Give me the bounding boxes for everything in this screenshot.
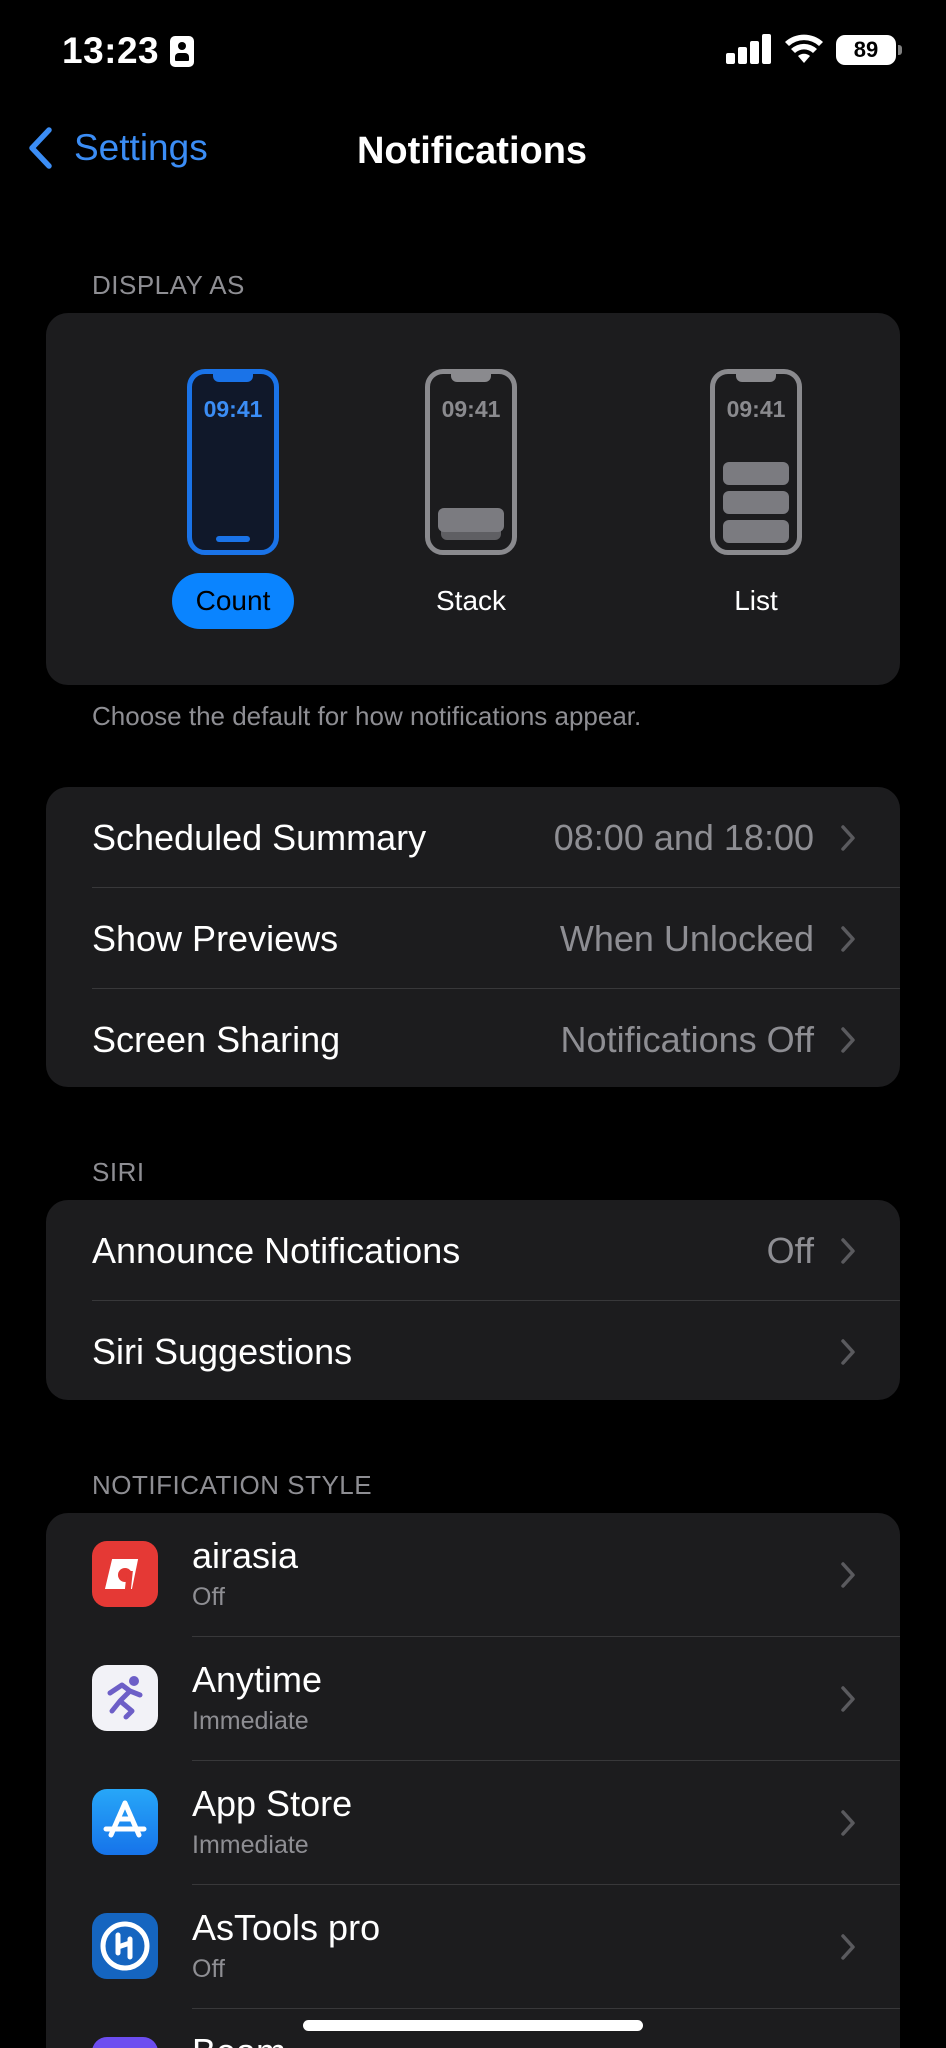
display-option-label: Stack <box>435 585 507 616</box>
count-phone-preview: 09:41 <box>187 369 279 555</box>
chevron-right-icon <box>841 824 855 851</box>
airasia-icon <box>92 1541 158 1607</box>
display-option-label: List <box>734 585 778 616</box>
page-title: Notifications <box>356 130 588 172</box>
app-name: AsTools pro <box>192 1907 381 1948</box>
row-value: Notifications Off <box>560 1018 814 1060</box>
app-row-astools-pro[interactable]: AsTools pro Off <box>46 1885 900 2009</box>
row-label: Screen Sharing <box>92 1018 341 1060</box>
app-name: Beam <box>192 2031 286 2048</box>
display-option-stack[interactable]: 09:41 Stack <box>401 369 541 629</box>
app-status: Immediate <box>192 1707 309 1735</box>
section-header-siri: SIRI <box>92 1157 145 1187</box>
display-as-footer: Choose the default for how notifications… <box>92 701 642 731</box>
app-row-app-store[interactable]: App Store Immediate <box>46 1761 900 1885</box>
battery-icon: 89 <box>836 35 902 65</box>
list-phone-preview: 09:41 <box>710 369 802 555</box>
chevron-right-icon <box>841 1810 855 1836</box>
row-siri-suggestions[interactable]: Siri Suggestions <box>46 1301 900 1400</box>
phone-preview-time: 09:41 <box>203 396 263 422</box>
row-value: 08:00 and 18:00 <box>553 816 814 858</box>
app-row-airasia[interactable]: airasia Off <box>46 1513 900 1637</box>
phone-preview-time: 09:41 <box>441 396 501 422</box>
display-as-card: 09:41 Count 09:41 Stack 09:41 List <box>46 313 900 685</box>
anytime-icon <box>92 1665 158 1731</box>
home-indicator[interactable] <box>303 2020 643 2031</box>
chevron-right-icon <box>841 1934 855 1960</box>
cellular-signal-icon <box>726 34 772 64</box>
row-label: Scheduled Summary <box>92 816 427 858</box>
app-store-icon <box>92 1789 158 1855</box>
row-value: When Unlocked <box>559 917 814 959</box>
chevron-right-icon <box>841 925 855 952</box>
status-time: 13:23 <box>62 30 160 71</box>
row-show-previews[interactable]: Show Previews When Unlocked <box>46 888 900 989</box>
display-option-count[interactable]: 09:41 Count <box>163 369 303 629</box>
row-label: Show Previews <box>92 917 339 959</box>
notification-style-card: airasia Off Anytime Immediate App Store … <box>46 1513 900 2048</box>
chevron-right-icon <box>841 1338 855 1365</box>
row-announce-notifications[interactable]: Announce Notifications Off <box>46 1200 900 1301</box>
chevron-right-icon <box>841 1237 855 1264</box>
app-name: App Store <box>192 1783 353 1824</box>
beam-icon <box>92 2037 158 2048</box>
row-scheduled-summary[interactable]: Scheduled Summary 08:00 and 18:00 <box>46 787 900 888</box>
row-label: Announce Notifications <box>92 1229 461 1271</box>
phone-preview-time: 09:41 <box>726 396 786 422</box>
display-option-list[interactable]: 09:41 List <box>686 369 826 629</box>
app-status: Off <box>192 1955 225 1983</box>
row-value: Off <box>766 1229 814 1271</box>
row-screen-sharing[interactable]: Screen Sharing Notifications Off <box>46 989 900 1087</box>
chevron-right-icon <box>841 1026 855 1053</box>
chevron-right-icon <box>841 1686 855 1712</box>
astools-icon <box>92 1913 158 1979</box>
section-header-notification-style: NOTIFICATION STYLE <box>92 1470 373 1500</box>
stack-phone-preview: 09:41 <box>425 369 517 555</box>
section-header-display-as: DISPLAY AS <box>92 270 245 300</box>
general-settings-card: Scheduled Summary 08:00 and 18:00 Show P… <box>46 787 900 1087</box>
app-row-anytime[interactable]: Anytime Immediate <box>46 1637 900 1761</box>
app-name: airasia <box>192 1535 299 1576</box>
app-status: Immediate <box>192 1831 309 1859</box>
row-label: Siri Suggestions <box>92 1330 353 1372</box>
notifications-screen: 13:23 89 Settings Notifications DISPLAY … <box>0 0 946 2048</box>
app-name: Anytime <box>192 1659 323 1700</box>
status-bar: 13:23 89 <box>0 0 946 104</box>
wifi-icon <box>785 34 823 63</box>
id-card-icon <box>170 36 194 67</box>
navigation-bar: Settings Notifications <box>0 104 946 200</box>
chevron-right-icon <box>841 1562 855 1588</box>
siri-card: Announce Notifications Off Siri Suggesti… <box>46 1200 900 1400</box>
app-status: Off <box>192 1583 225 1611</box>
display-option-label: Count <box>171 573 295 629</box>
